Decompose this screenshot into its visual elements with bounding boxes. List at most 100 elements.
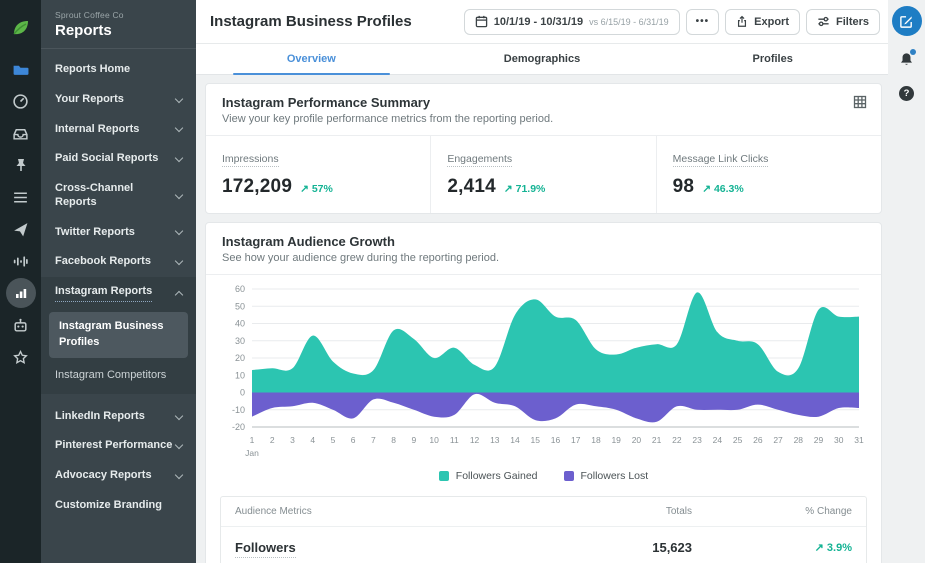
svg-text:27: 27	[773, 435, 783, 445]
chevron-down-icon	[175, 154, 183, 162]
metric-change: ↗ 46.3%	[702, 183, 744, 195]
metric-impressions: Impressions 172,209 ↗ 57%	[206, 136, 430, 213]
table-row-followers: Followers 15,623 ↗ 3.9%	[221, 527, 866, 563]
content-column: Instagram Business Profiles 10/1/19 - 10…	[196, 0, 888, 563]
svg-text:26: 26	[753, 435, 763, 445]
table-view-icon[interactable]	[853, 95, 867, 114]
listening-equalizer-icon[interactable]	[6, 246, 36, 276]
svg-text:20: 20	[632, 435, 642, 445]
sidebar-item-instagram-competitors[interactable]: Instagram Competitors	[41, 362, 196, 388]
bot-automation-icon[interactable]	[6, 310, 36, 340]
row-change: ↗ 3.9%	[692, 541, 852, 554]
svg-text:10: 10	[235, 370, 245, 380]
metric-value: 2,414	[447, 176, 496, 198]
followers-gained-swatch-icon	[439, 471, 449, 481]
performance-summary-subtitle: View your key profile performance metric…	[222, 113, 865, 125]
svg-text:6: 6	[351, 435, 356, 445]
svg-text:4: 4	[310, 435, 315, 445]
sidebar-item-paid-social-reports[interactable]: Paid Social Reports	[41, 144, 196, 174]
svg-text:24: 24	[713, 435, 723, 445]
svg-text:0: 0	[240, 388, 245, 398]
sidebar-nav: Reports Home Your Reports Internal Repor…	[41, 49, 196, 521]
audience-growth-title: Instagram Audience Growth	[222, 234, 865, 249]
sidebar-item-reports-home[interactable]: Reports Home	[41, 55, 196, 85]
header-actions: 10/1/19 - 10/31/19 vs 6/15/19 - 6/31/19 …	[464, 9, 880, 35]
tab-demographics[interactable]: Demographics	[427, 44, 658, 74]
sidebar-item-linkedin-reports[interactable]: LinkedIn Reports	[41, 402, 196, 432]
svg-text:7: 7	[371, 435, 376, 445]
utility-rail: ?	[888, 0, 925, 563]
reviews-star-icon[interactable]	[6, 342, 36, 372]
help-icon[interactable]: ?	[896, 82, 918, 104]
column-header-audience-metrics: Audience Metrics	[235, 506, 542, 517]
svg-text:Jan: Jan	[245, 448, 259, 458]
audience-growth-chart: -20-100102030405060123456789101112131415…	[206, 275, 881, 468]
reports-bar-chart-icon[interactable]	[6, 278, 36, 308]
svg-text:-10: -10	[232, 405, 245, 415]
legend-followers-gained[interactable]: Followers Gained	[439, 470, 538, 482]
notification-dot	[910, 49, 916, 55]
sprout-logo-icon[interactable]	[6, 14, 36, 44]
sidebar-header: Sprout Coffee Co Reports	[41, 0, 196, 49]
up-arrow-icon: ↗	[815, 542, 824, 554]
svg-text:23: 23	[692, 435, 702, 445]
svg-text:-20: -20	[232, 422, 245, 432]
sidebar-item-instagram-business-profiles[interactable]: Instagram Business Profiles	[49, 312, 188, 358]
svg-text:11: 11	[450, 435, 459, 445]
plans-folder-icon[interactable]	[6, 54, 36, 84]
sidebar-item-twitter-reports[interactable]: Twitter Reports	[41, 218, 196, 248]
tab-overview[interactable]: Overview	[196, 44, 427, 74]
sidebar-item-your-reports[interactable]: Your Reports	[41, 85, 196, 115]
sidebar-item-cross-channel-reports[interactable]: Cross-Channel Reports	[41, 174, 196, 218]
svg-text:17: 17	[571, 435, 581, 445]
sidebar-item-pinterest-performance[interactable]: Pinterest Performance	[41, 431, 196, 461]
metric-label[interactable]: Message Link Clicks	[673, 153, 769, 167]
svg-text:31: 31	[854, 435, 864, 445]
sidebar-item-facebook-reports[interactable]: Facebook Reports	[41, 247, 196, 277]
filters-icon	[817, 15, 830, 28]
feeds-list-icon[interactable]	[6, 182, 36, 212]
sidebar-item-instagram-reports[interactable]: Instagram Reports	[41, 277, 196, 310]
filters-label: Filters	[836, 16, 869, 28]
metric-change: ↗ 71.9%	[504, 183, 546, 195]
metric-value: 98	[673, 176, 695, 198]
row-label[interactable]: Followers	[235, 540, 296, 558]
chevron-down-icon	[175, 94, 183, 102]
chevron-up-icon	[175, 291, 183, 299]
sidebar-item-customize-branding[interactable]: Customize Branding	[41, 491, 196, 521]
export-button[interactable]: Export	[725, 9, 800, 35]
sidebar-item-advocacy-reports[interactable]: Advocacy Reports	[41, 461, 196, 491]
audience-growth-card: Instagram Audience Growth See how your a…	[205, 222, 882, 563]
svg-text:20: 20	[235, 353, 245, 363]
svg-text:18: 18	[591, 435, 601, 445]
svg-text:40: 40	[235, 319, 245, 329]
svg-text:15: 15	[531, 435, 541, 445]
compose-button[interactable]	[892, 6, 922, 36]
inbox-icon[interactable]	[6, 118, 36, 148]
svg-text:14: 14	[510, 435, 520, 445]
svg-text:12: 12	[470, 435, 480, 445]
sidebar-item-internal-reports[interactable]: Internal Reports	[41, 115, 196, 145]
svg-text:21: 21	[652, 435, 662, 445]
performance-summary-card: Instagram Performance Summary View your …	[205, 83, 882, 214]
report-tabs: Overview Demographics Profiles	[196, 44, 888, 75]
tab-profiles[interactable]: Profiles	[657, 44, 888, 74]
svg-text:16: 16	[551, 435, 561, 445]
column-header-percent-change: % Change	[692, 506, 852, 517]
notifications-bell-icon[interactable]	[896, 48, 918, 70]
sidebar-title: Reports	[55, 22, 182, 39]
pin-icon[interactable]	[6, 150, 36, 180]
more-options-button[interactable]: •••	[686, 9, 720, 35]
dashboard-gauge-icon[interactable]	[6, 86, 36, 116]
metric-label[interactable]: Impressions	[222, 153, 279, 167]
audience-growth-header: Instagram Audience Growth See how your a…	[206, 223, 881, 275]
compare-range-label: vs 6/15/19 - 6/31/19	[589, 17, 669, 27]
metric-label[interactable]: Engagements	[447, 153, 512, 167]
date-range-label: 10/1/19 - 10/31/19	[494, 16, 583, 28]
legend-followers-lost[interactable]: Followers Lost	[564, 470, 649, 482]
report-header: Instagram Business Profiles 10/1/19 - 10…	[196, 0, 888, 44]
publishing-paper-plane-icon[interactable]	[6, 214, 36, 244]
date-range-button[interactable]: 10/1/19 - 10/31/19 vs 6/15/19 - 6/31/19	[464, 9, 680, 35]
followers-lost-swatch-icon	[564, 471, 574, 481]
filters-button[interactable]: Filters	[806, 9, 880, 35]
